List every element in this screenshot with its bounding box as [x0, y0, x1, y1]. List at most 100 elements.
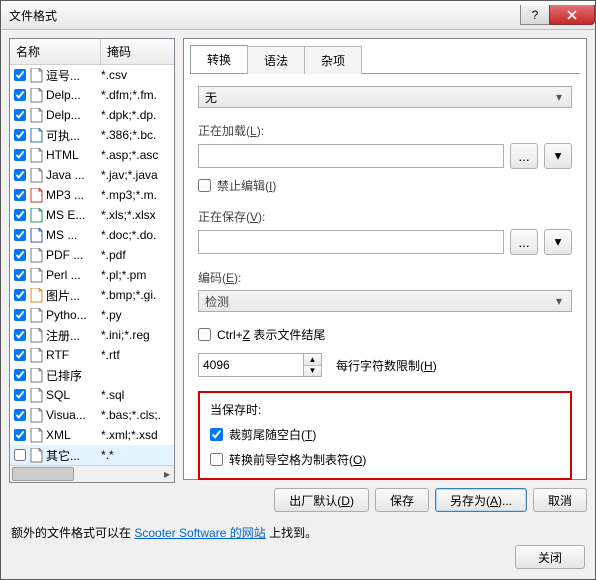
ctrlz-input[interactable] [198, 328, 211, 341]
close-dialog-button[interactable]: 关闭 [515, 545, 585, 569]
help-button[interactable]: ? [520, 5, 550, 25]
save-as-button[interactable]: 另存为(A)... [435, 488, 527, 512]
list-item-checkbox[interactable] [14, 189, 26, 201]
list-item-checkbox[interactable] [14, 169, 26, 181]
limit-spinner[interactable]: ▲▼ [198, 353, 322, 377]
close-button[interactable] [549, 5, 595, 25]
tab-misc[interactable]: 杂项 [304, 46, 362, 74]
list-item[interactable]: 其它...*.* [10, 445, 174, 465]
format-list[interactable]: 逗号...*.csvDelp...*.dfm;*.fm.Delp...*.dpk… [10, 65, 174, 465]
list-item[interactable]: 可执...*.386;*.bc. [10, 125, 174, 145]
list-item-checkbox[interactable] [14, 429, 26, 441]
scroll-right-icon[interactable]: ▸ [160, 467, 174, 481]
list-item-checkbox[interactable] [14, 369, 26, 381]
format-list-panel: 名称 掩码 逗号...*.csvDelp...*.dfm;*.fm.Delp..… [9, 38, 175, 483]
list-item[interactable]: SQL*.sql [10, 385, 174, 405]
list-item-checkbox[interactable] [14, 449, 26, 461]
loading-menu-button[interactable]: ▾ [544, 143, 572, 169]
list-item[interactable]: MP3 ...*.mp3;*.m. [10, 185, 174, 205]
dialog-body: 名称 掩码 逗号...*.csvDelp...*.dfm;*.fm.Delp..… [1, 30, 595, 488]
forbid-edit-input[interactable] [198, 179, 211, 192]
list-item-checkbox[interactable] [14, 269, 26, 281]
forbid-edit-checkbox[interactable]: 禁止编辑(I) [198, 177, 572, 194]
loading-label: 正在加载(L): [198, 122, 572, 139]
list-item[interactable]: HTML*.asp;*.asc [10, 145, 174, 165]
footnote: 额外的文件格式可以在 Scooter Software 的网站 上找到。 [1, 518, 595, 545]
tabs-input[interactable] [210, 453, 223, 466]
tabs-checkbox[interactable]: 转换前导空格为制表符(O) [210, 451, 560, 468]
list-item[interactable]: 图片...*.bmp;*.gi. [10, 285, 174, 305]
list-item-checkbox[interactable] [14, 229, 26, 241]
file-icon [29, 368, 43, 382]
list-item-checkbox[interactable] [14, 129, 26, 141]
list-item-checkbox[interactable] [14, 389, 26, 401]
list-item[interactable]: Delp...*.dpk;*.dp. [10, 105, 174, 125]
list-item[interactable]: XML*.xml;*.xsd [10, 425, 174, 445]
spin-down-icon[interactable]: ▼ [304, 365, 321, 377]
list-item-checkbox[interactable] [14, 109, 26, 121]
list-item[interactable]: Delp...*.dfm;*.fm. [10, 85, 174, 105]
saving-input[interactable] [198, 230, 504, 254]
list-item[interactable]: RTF *.rtf [10, 345, 174, 365]
list-item-checkbox[interactable] [14, 89, 26, 101]
saving-label: 正在保存(V): [198, 208, 572, 225]
list-item-name: MP3 ... [46, 188, 96, 202]
list-item-mask: *.rtf [101, 348, 170, 362]
file-icon [29, 208, 43, 222]
list-item-checkbox[interactable] [14, 289, 26, 301]
list-item-checkbox[interactable] [14, 209, 26, 221]
factory-defaults-button[interactable]: 出厂默认(D) [274, 488, 369, 512]
top-combo[interactable]: 无 ▾ [198, 86, 572, 108]
limit-input[interactable] [199, 354, 303, 376]
list-item[interactable]: PDF ...*.pdf [10, 245, 174, 265]
list-item-mask: *.ini;*.reg [101, 328, 170, 342]
tab-convert[interactable]: 转换 [190, 45, 248, 73]
file-icon [29, 268, 43, 282]
list-item[interactable]: MS ...*.doc;*.do. [10, 225, 174, 245]
list-item[interactable]: Perl ...*.pl;*.pm [10, 265, 174, 285]
list-item-name: RTF [46, 348, 96, 362]
col-name-header[interactable]: 名称 [10, 39, 101, 64]
list-item[interactable]: 注册... *.ini;*.reg [10, 325, 174, 345]
encoding-combo[interactable]: 检测 ▾ [198, 290, 572, 312]
on-save-title: 当保存时: [210, 401, 560, 418]
list-item-checkbox[interactable] [14, 409, 26, 421]
list-item[interactable]: MS E...*.xls;*.xlsx [10, 205, 174, 225]
list-item-checkbox[interactable] [14, 149, 26, 161]
loading-input[interactable] [198, 144, 504, 168]
trim-input[interactable] [210, 428, 223, 441]
list-item[interactable]: 已排序 [10, 365, 174, 385]
file-icon [29, 348, 43, 362]
list-item-name: Delp... [46, 108, 96, 122]
list-item[interactable]: Visua...*.bas;*.cls;. [10, 405, 174, 425]
list-item[interactable]: 逗号...*.csv [10, 65, 174, 85]
trim-checkbox[interactable]: 裁剪尾随空白(T) [210, 426, 560, 443]
list-item-checkbox[interactable] [14, 249, 26, 261]
list-item-checkbox[interactable] [14, 69, 26, 81]
cancel-button[interactable]: 取消 [533, 488, 587, 512]
tab-syntax[interactable]: 语法 [247, 46, 305, 74]
list-item-name: 注册... [46, 327, 96, 344]
ctrlz-checkbox[interactable]: Ctrl+Z 表示文件结尾 [198, 326, 572, 343]
tab-bar: 转换 语法 杂项 [184, 39, 586, 73]
chevron-down-icon: ▾ [551, 90, 567, 104]
list-item-checkbox[interactable] [14, 329, 26, 341]
saving-menu-button[interactable]: ▾ [544, 229, 572, 255]
close-icon [567, 10, 577, 20]
file-icon [29, 408, 43, 422]
file-icon [29, 248, 43, 262]
h-scrollbar[interactable]: ▸ [10, 465, 174, 482]
save-button[interactable]: 保存 [375, 488, 429, 512]
scooter-link[interactable]: Scooter Software 的网站 [134, 526, 265, 540]
list-item-mask: *.xls;*.xlsx [101, 208, 170, 222]
list-item-name: 已排序 [46, 367, 96, 384]
loading-browse-button[interactable]: ... [510, 143, 538, 169]
list-item-checkbox[interactable] [14, 309, 26, 321]
spin-up-icon[interactable]: ▲ [304, 354, 321, 365]
list-item-checkbox[interactable] [14, 349, 26, 361]
list-item[interactable]: Pytho...*.py [10, 305, 174, 325]
list-item[interactable]: Java ...*.jav;*.java [10, 165, 174, 185]
scrollbar-thumb[interactable] [12, 467, 74, 481]
saving-browse-button[interactable]: ... [510, 229, 538, 255]
col-mask-header[interactable]: 掩码 [101, 39, 137, 64]
